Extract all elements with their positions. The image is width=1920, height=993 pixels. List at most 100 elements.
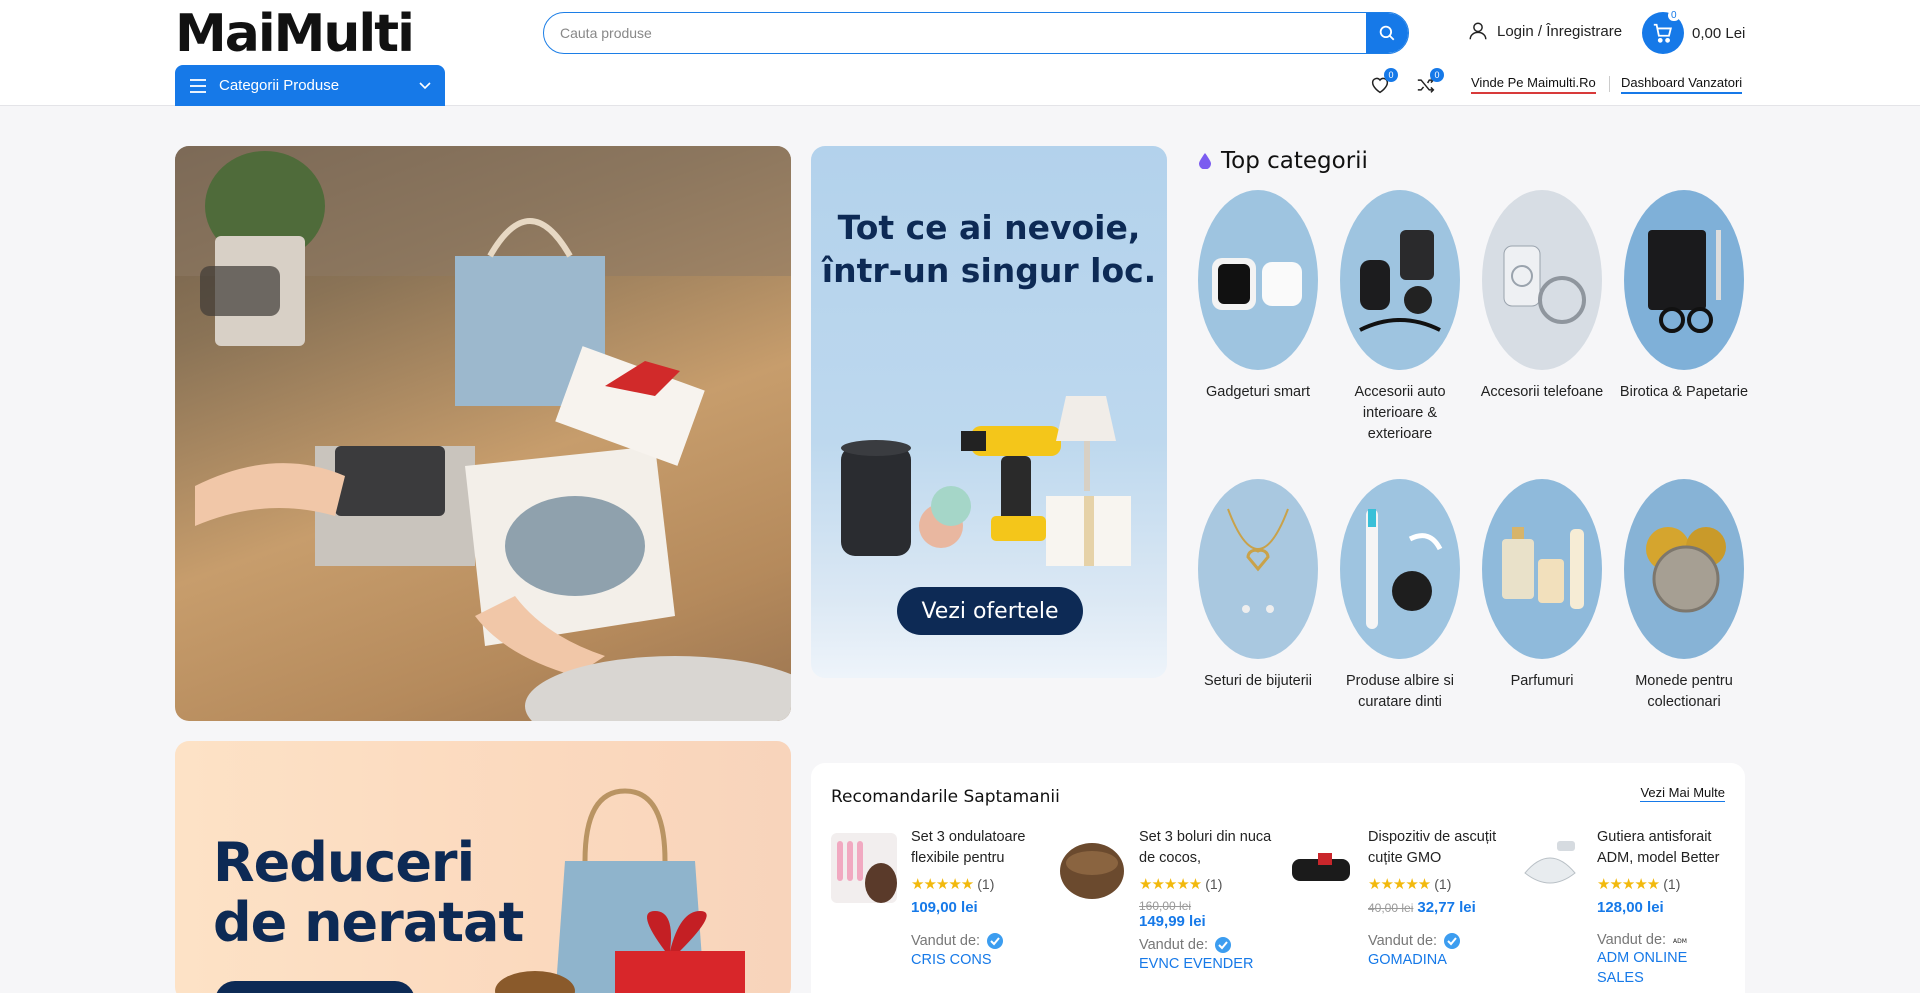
search-bar	[543, 12, 1409, 54]
category-accesorii-telefoane[interactable]: Accesorii telefoane	[1477, 190, 1607, 403]
category-label: Accesorii auto interioare & exterioare	[1354, 384, 1446, 442]
product-rating: ★★★★★ (1)	[1139, 875, 1279, 893]
seller-name[interactable]: GOMADINA	[1368, 950, 1508, 970]
wishlist-count-badge: 0	[1384, 68, 1398, 82]
seller-label-text: Vandut de:	[1597, 932, 1667, 948]
categories-menu-label: Categorii Produse	[219, 77, 340, 94]
compare-count-badge: 0	[1430, 68, 1444, 82]
category-accesorii-auto[interactable]: Accesorii auto interioare & exterioare	[1335, 190, 1465, 445]
star-rating-icon: ★★★★★	[1597, 876, 1660, 893]
promo-title: Tot ce ai nevoie, într-un singur loc.	[811, 206, 1167, 292]
see-offers-button[interactable]: Vezi ofertele	[897, 587, 1083, 635]
hero-gift-photo[interactable]	[175, 146, 791, 721]
category-monede-colectionari[interactable]: Monede pentru colectionari	[1619, 479, 1749, 713]
category-birotica-papetarie[interactable]: Birotica & Papetarie	[1619, 190, 1749, 403]
category-label: Accesorii telefoane	[1480, 384, 1604, 400]
current-price: 109,00 lei	[911, 899, 978, 916]
product-name[interactable]: Set 3 ondulatoare flexibile pentru	[911, 827, 1051, 869]
verified-icon	[987, 933, 1004, 949]
coconut-bowl-product-icon	[1060, 843, 1124, 899]
discounts-banner[interactable]: Reduceri de neratat	[175, 741, 791, 993]
product-info: Gutiera antisforait ADM, model Better ★★…	[1597, 827, 1737, 988]
discounts-button[interactable]	[215, 981, 415, 993]
star-rating-icon: ★★★★★	[1139, 876, 1202, 893]
notebook-icon	[1648, 230, 1721, 333]
product-info: Dispozitiv de ascuțit cuțite GMO ★★★★★ (1…	[1368, 827, 1508, 970]
weekly-recommendations: Recomandarile Saptamanii Vezi Mai Multe …	[811, 763, 1745, 993]
search-button[interactable]	[1366, 13, 1408, 53]
product-image	[1288, 833, 1354, 903]
product-rating: ★★★★★ (1)	[1597, 875, 1737, 893]
promo-products-illustration	[841, 396, 1131, 566]
category-image	[1198, 190, 1318, 370]
product-rating: ★★★★★ (1)	[911, 875, 1051, 893]
curler-product-icon	[837, 841, 897, 903]
category-albire-dinti[interactable]: Produse albire si curatare dinti	[1335, 479, 1465, 713]
category-label: Parfumuri	[1510, 673, 1574, 689]
seller-label: Vandut de:	[911, 932, 1051, 950]
product-name[interactable]: Gutiera antisforait ADM, model Better	[1597, 827, 1737, 869]
mouthguard-product-icon	[1524, 841, 1576, 884]
product-price: 160,00 lei 149,99 lei	[1139, 899, 1279, 930]
category-parfumuri[interactable]: Parfumuri	[1477, 479, 1607, 692]
current-price: 128,00 lei	[1597, 899, 1664, 916]
chevron-down-icon	[419, 81, 431, 89]
compare-button[interactable]: 0	[1416, 68, 1444, 99]
recommendations-title: Recomandarile Saptamanii	[831, 787, 1060, 807]
login-label: Login / Înregistrare	[1497, 22, 1623, 40]
seller-label: Vandut de:	[1368, 932, 1508, 950]
product-card[interactable]: Set 3 boluri din nuca de cocos, ★★★★★ (1)…	[1059, 827, 1271, 993]
promo-title-line-2: într-un singur loc.	[821, 251, 1157, 290]
review-count: (1)	[1663, 876, 1681, 892]
category-image	[1624, 190, 1744, 370]
sell-on-maimulti-link[interactable]: Vinde Pe Maimulti.Ro	[1471, 75, 1596, 94]
cart-icon	[1653, 23, 1672, 43]
category-label: Produse albire si curatare dinti	[1346, 673, 1454, 710]
knife-sharpener-product-icon	[1292, 853, 1350, 881]
category-gadgeturi-smart[interactable]: Gadgeturi smart	[1193, 190, 1323, 403]
category-image	[1198, 479, 1318, 659]
coins-icon	[1646, 527, 1726, 613]
cart-circle: 0	[1642, 10, 1684, 54]
seller-name[interactable]: CRIS CONS	[911, 950, 1051, 970]
product-info: Set 3 ondulatoare flexibile pentru ★★★★★…	[911, 827, 1051, 970]
cart-button[interactable]: 0 0,00 Lei	[1642, 10, 1746, 54]
search-input[interactable]	[544, 13, 1368, 53]
see-more-link[interactable]: Vezi Mai Multe	[1640, 785, 1725, 802]
category-label: Seturi de bijuterii	[1204, 673, 1312, 689]
review-count: (1)	[1434, 876, 1452, 892]
category-seturi-bijuterii[interactable]: Seturi de bijuterii	[1193, 479, 1323, 692]
categories-menu-button[interactable]: Categorii Produse	[175, 65, 445, 106]
product-name[interactable]: Dispozitiv de ascuțit cuțite GMO	[1368, 827, 1508, 869]
perfume-icon	[1502, 527, 1584, 609]
category-label: Birotica & Papetarie	[1619, 384, 1749, 400]
top-categories-heading: Top categorii	[1199, 148, 1368, 174]
category-image	[1340, 190, 1460, 370]
product-card[interactable]: Set 3 ondulatoare flexibile pentru ★★★★★…	[831, 827, 1041, 993]
product-price: 128,00 lei	[1597, 899, 1737, 916]
review-count: (1)	[977, 876, 995, 892]
category-image	[1340, 479, 1460, 659]
seller-name[interactable]: EVNC EVENDER	[1139, 954, 1279, 974]
product-price: 109,00 lei	[911, 899, 1051, 916]
seller-name[interactable]: ADM ONLINE SALES	[1597, 948, 1737, 988]
user-icon	[1469, 22, 1487, 40]
gift-scene-illustration	[175, 146, 791, 721]
product-image	[1517, 833, 1583, 903]
seller-dashboard-link[interactable]: Dashboard Vanzatori	[1621, 75, 1743, 94]
site-header: MaiMulti Login / Înregistrare 0 0,00 Lei…	[0, 0, 1920, 106]
top-categories-title: Top categorii	[1221, 148, 1368, 174]
product-card[interactable]: Gutiera antisforait ADM, model Better ★★…	[1517, 827, 1727, 993]
cart-total: 0,00 Lei	[1692, 24, 1746, 42]
star-rating-icon: ★★★★★	[911, 876, 974, 893]
product-name[interactable]: Set 3 boluri din nuca de cocos,	[1139, 827, 1279, 869]
category-image	[1482, 190, 1602, 370]
seller-logo-icon: ADM	[1672, 937, 1691, 945]
wishlist-button[interactable]: 0	[1370, 68, 1398, 99]
product-card[interactable]: Dispozitiv de ascuțit cuțite GMO ★★★★★ (1…	[1288, 827, 1498, 993]
login-register-link[interactable]: Login / Înregistrare	[1467, 20, 1622, 42]
category-label: Monede pentru colectionari	[1635, 673, 1733, 710]
seller-label-text: Vandut de:	[1368, 933, 1438, 949]
site-logo[interactable]: MaiMulti	[175, 4, 415, 64]
hamburger-icon	[190, 78, 206, 93]
